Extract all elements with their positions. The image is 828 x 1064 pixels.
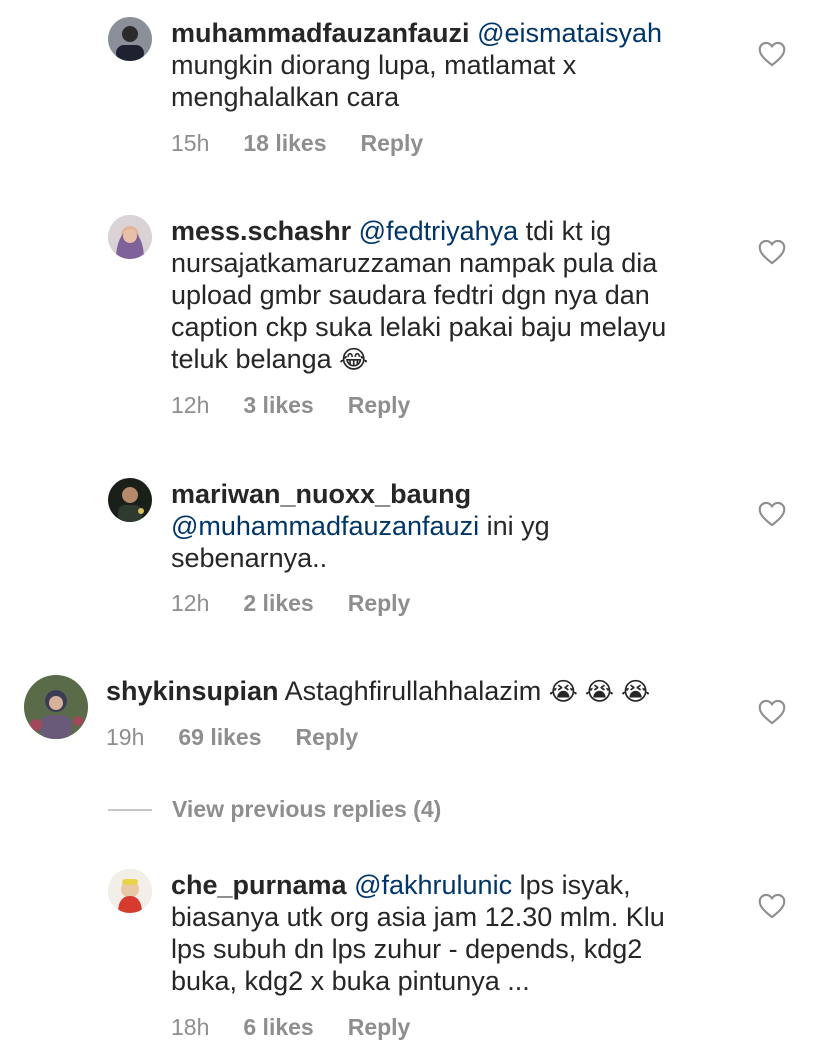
view-previous-replies-label[interactable]: View previous replies (4) xyxy=(172,796,441,823)
comment-body: sebenarnya.. xyxy=(171,543,328,573)
mention-link[interactable]: @fakhrulunic xyxy=(354,870,512,900)
comment-meta: 12h 2 likes Reply xyxy=(171,590,444,617)
view-previous-replies[interactable]: View previous replies (4) xyxy=(108,796,441,823)
comment-body: menghalalkan cara xyxy=(171,82,400,112)
comment-meta: 18h 6 likes Reply xyxy=(171,1014,444,1041)
comment-username[interactable]: muhammadfauzanfauzi xyxy=(171,18,470,48)
comment-time: 12h xyxy=(171,392,210,418)
comment-meta: 15h 18 likes Reply xyxy=(171,130,457,157)
avatar[interactable] xyxy=(108,478,152,522)
comment-text: shykinsupian Astaghfirullahhalazim 😭 😭 😭 xyxy=(106,675,736,708)
reply-button[interactable]: Reply xyxy=(296,724,359,751)
likes-count[interactable]: 3 likes xyxy=(243,392,313,419)
comment-text: mariwan_nuoxx_baung @muhammadfauzanfauzi… xyxy=(171,478,741,574)
comment-meta: 12h 3 likes Reply xyxy=(171,392,444,419)
reply-button[interactable]: Reply xyxy=(348,392,411,419)
comment-body: lps subuh dn lps zuhur - depends, kdg2 xyxy=(171,934,643,964)
comment-text: muhammadfauzanfauzi @eismataisyah mungki… xyxy=(171,17,741,113)
comment-body: lps isyak, xyxy=(519,870,631,900)
likes-count[interactable]: 18 likes xyxy=(243,130,326,157)
heart-outline-icon[interactable] xyxy=(758,41,786,67)
reply-button[interactable]: Reply xyxy=(348,590,411,617)
likes-count[interactable]: 69 likes xyxy=(178,724,261,751)
comment-body: mungkin diorang lupa, matlamat x xyxy=(171,50,577,80)
comment-text: mess.schashr @fedtriyahya tdi kt ig nurs… xyxy=(171,215,741,376)
comment-time: 12h xyxy=(171,590,210,616)
avatar[interactable] xyxy=(24,675,88,739)
avatar[interactable] xyxy=(108,869,152,913)
reply-button[interactable]: Reply xyxy=(361,130,424,157)
comment-time: 19h xyxy=(106,724,145,750)
comment-username[interactable]: che_purnama xyxy=(171,870,347,900)
mention-link[interactable]: @muhammadfauzanfauzi xyxy=(171,511,479,541)
heart-outline-icon[interactable] xyxy=(758,501,786,527)
laughing-emoji: 😂 xyxy=(339,346,369,374)
comment-body: caption ckp suka lelaki pakai baju melay… xyxy=(171,312,667,342)
avatar[interactable] xyxy=(108,215,152,259)
heart-outline-icon[interactable] xyxy=(758,893,786,919)
crying-emoji: 😭 😭 😭 xyxy=(548,678,651,706)
mention-link[interactable]: @fedtriyahya xyxy=(359,216,518,246)
comment-username[interactable]: shykinsupian xyxy=(106,676,279,706)
comment-body: buka, kdg2 x buka pintunya ... xyxy=(171,966,530,996)
likes-count[interactable]: 2 likes xyxy=(243,590,313,617)
mention-link[interactable]: @eismataisyah xyxy=(477,18,662,48)
likes-count[interactable]: 6 likes xyxy=(243,1014,313,1041)
comment-meta: 19h 69 likes Reply xyxy=(106,724,392,751)
comment-body: teluk belanga xyxy=(171,344,332,374)
comment-time: 15h xyxy=(171,130,210,156)
comment-body: nursajatkamaruzzaman nampak pula dia xyxy=(171,248,658,278)
avatar[interactable] xyxy=(108,17,152,61)
heart-outline-icon[interactable] xyxy=(758,699,786,725)
comment-body: tdi kt ig xyxy=(525,216,612,246)
heart-outline-icon[interactable] xyxy=(758,239,786,265)
comment-body: ini yg xyxy=(486,511,550,541)
divider-line xyxy=(108,808,152,811)
comment-username[interactable]: mess.schashr xyxy=(171,216,351,246)
comment-username[interactable]: mariwan_nuoxx_baung xyxy=(171,479,471,509)
comment-body: upload gmbr saudara fedtri dgn nya dan xyxy=(171,280,650,310)
comment-body: Astaghfirullahhalazim xyxy=(284,676,542,706)
comment-text: che_purnama @fakhrulunic lps isyak, bias… xyxy=(171,869,741,997)
comment-time: 18h xyxy=(171,1014,210,1040)
comment-body: biasanya utk org asia jam 12.30 mlm. Klu xyxy=(171,902,665,932)
reply-button[interactable]: Reply xyxy=(348,1014,411,1041)
